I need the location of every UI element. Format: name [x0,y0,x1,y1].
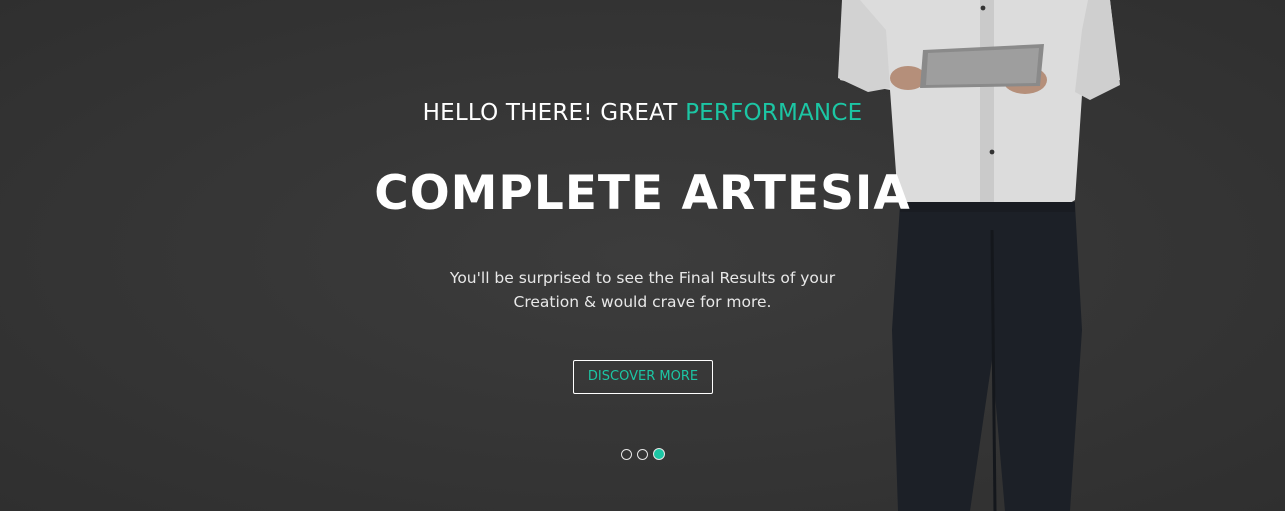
hero-slider: HELLO THERE! GREAT PERFORMANCE COMPLETE … [0,0,1285,511]
carousel-dot-2[interactable] [637,449,648,460]
hero-eyebrow-accent: PERFORMANCE [685,100,863,126]
discover-more-button[interactable]: DISCOVER MORE [573,360,713,394]
hero-eyebrow: HELLO THERE! GREAT PERFORMANCE [0,100,1285,126]
hero-description-line-2: Creation & would crave for more. [513,293,772,311]
hero-eyebrow-prefix: HELLO THERE! GREAT [422,100,678,126]
carousel-dot-3-active[interactable] [653,448,665,460]
carousel-dot-1[interactable] [621,449,632,460]
hero-description: You'll be surprised to see the Final Res… [0,266,1285,314]
hero-title: COMPLETE ARTESIA [374,166,911,221]
hero-description-line-1: You'll be surprised to see the Final Res… [449,269,836,287]
hero-content: HELLO THERE! GREAT PERFORMANCE COMPLETE … [0,0,1285,511]
